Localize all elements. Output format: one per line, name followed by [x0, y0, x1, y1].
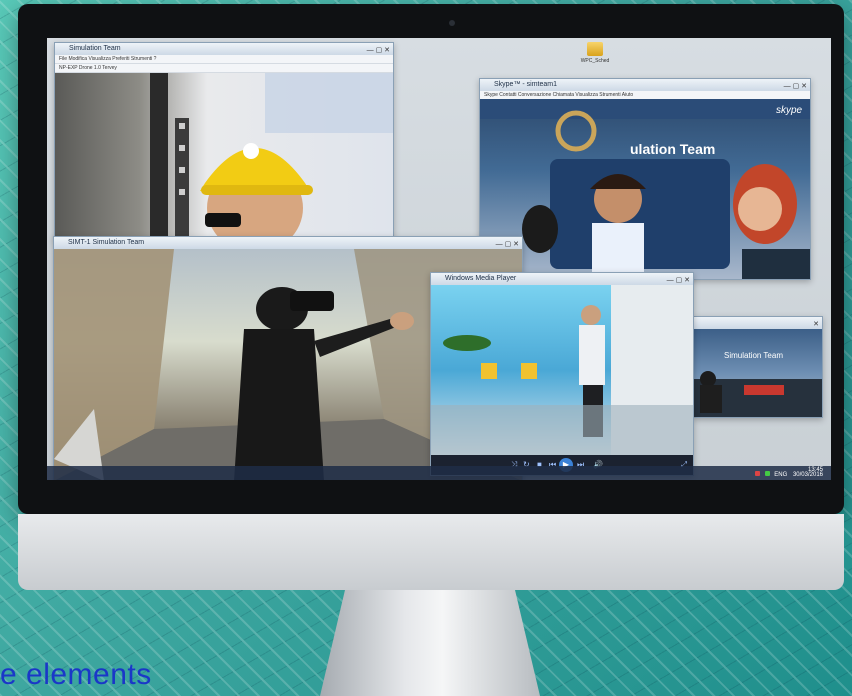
small-scene — [694, 371, 822, 417]
window-media-player[interactable]: Windows Media Player — ▢ ✕ ⤨ ↻ ■ ⏮ ▶ ⏭ 🔊 — [430, 272, 694, 476]
window-title-text: Windows Media Player — [445, 275, 517, 282]
skype-call-scene: skype — [480, 99, 810, 279]
window-title: Skype™ - simteam1 — ▢ ✕ — [480, 79, 810, 91]
video-feed-small: Simulation Team — [694, 329, 822, 417]
helmet-scene — [150, 73, 393, 239]
clock-date[interactable]: 30/03/2016 — [793, 472, 823, 478]
window-controls[interactable]: — ▢ ✕ — [784, 81, 807, 93]
video-feed-skype: skype ulation Team — [480, 99, 810, 279]
window-title: SIMT-1 Simulation Team — ▢ ✕ — [54, 237, 522, 249]
video-feed-presenter — [431, 285, 693, 455]
antivirus-icon[interactable] — [754, 471, 760, 476]
folder-label: WPC_Sched — [580, 58, 610, 64]
address-bar[interactable]: NP-EXP Drone 1.0 Tervey — [55, 64, 393, 73]
menu-bar[interactable]: File Modifica Visualizza Preferiti Strum… — [55, 55, 393, 64]
window-small-right[interactable]: ✕ Simulation Team — [693, 316, 823, 418]
caption-text: e elements — [0, 658, 152, 691]
window-top-left[interactable]: Simulation Team — ▢ ✕ File Modifica Visu… — [54, 42, 394, 240]
language-indicator[interactable]: ENG — [774, 472, 787, 478]
small-banner-text: Simulation Team — [724, 351, 783, 360]
monitor-screen: WPC_Sched Simulation Team — ▢ ✕ File Mod… — [47, 38, 831, 480]
monitor-stand — [320, 590, 540, 696]
window-title-text: Skype™ - simteam1 — [494, 81, 558, 88]
monitor-chin — [18, 514, 844, 590]
skype-logo: skype — [776, 105, 803, 116]
window-title-text: Simulation Team — [69, 45, 121, 52]
skype-banner-text: ulation Team — [630, 141, 716, 157]
window-title-text: SIMT-1 Simulation Team — [68, 239, 145, 246]
window-title: Simulation Team — ▢ ✕ — [55, 43, 393, 55]
window-title: ✕ — [694, 317, 822, 329]
folder-icon[interactable] — [587, 42, 603, 56]
webcam-dot — [449, 20, 455, 26]
window-controls[interactable]: — ▢ ✕ — [367, 45, 390, 57]
video-feed-helmet — [55, 73, 393, 239]
system-tray[interactable]: ENG 13:45 30/03/2016 — [754, 467, 823, 478]
window-title: Windows Media Player — ▢ ✕ — [431, 273, 693, 285]
presenter-scene — [431, 285, 693, 455]
window-skype[interactable]: Skype™ - simteam1 — ▢ ✕ Skype Contatti C… — [479, 78, 811, 280]
taskbar: ENG 13:45 30/03/2016 — [47, 466, 831, 480]
network-icon[interactable] — [764, 471, 770, 476]
